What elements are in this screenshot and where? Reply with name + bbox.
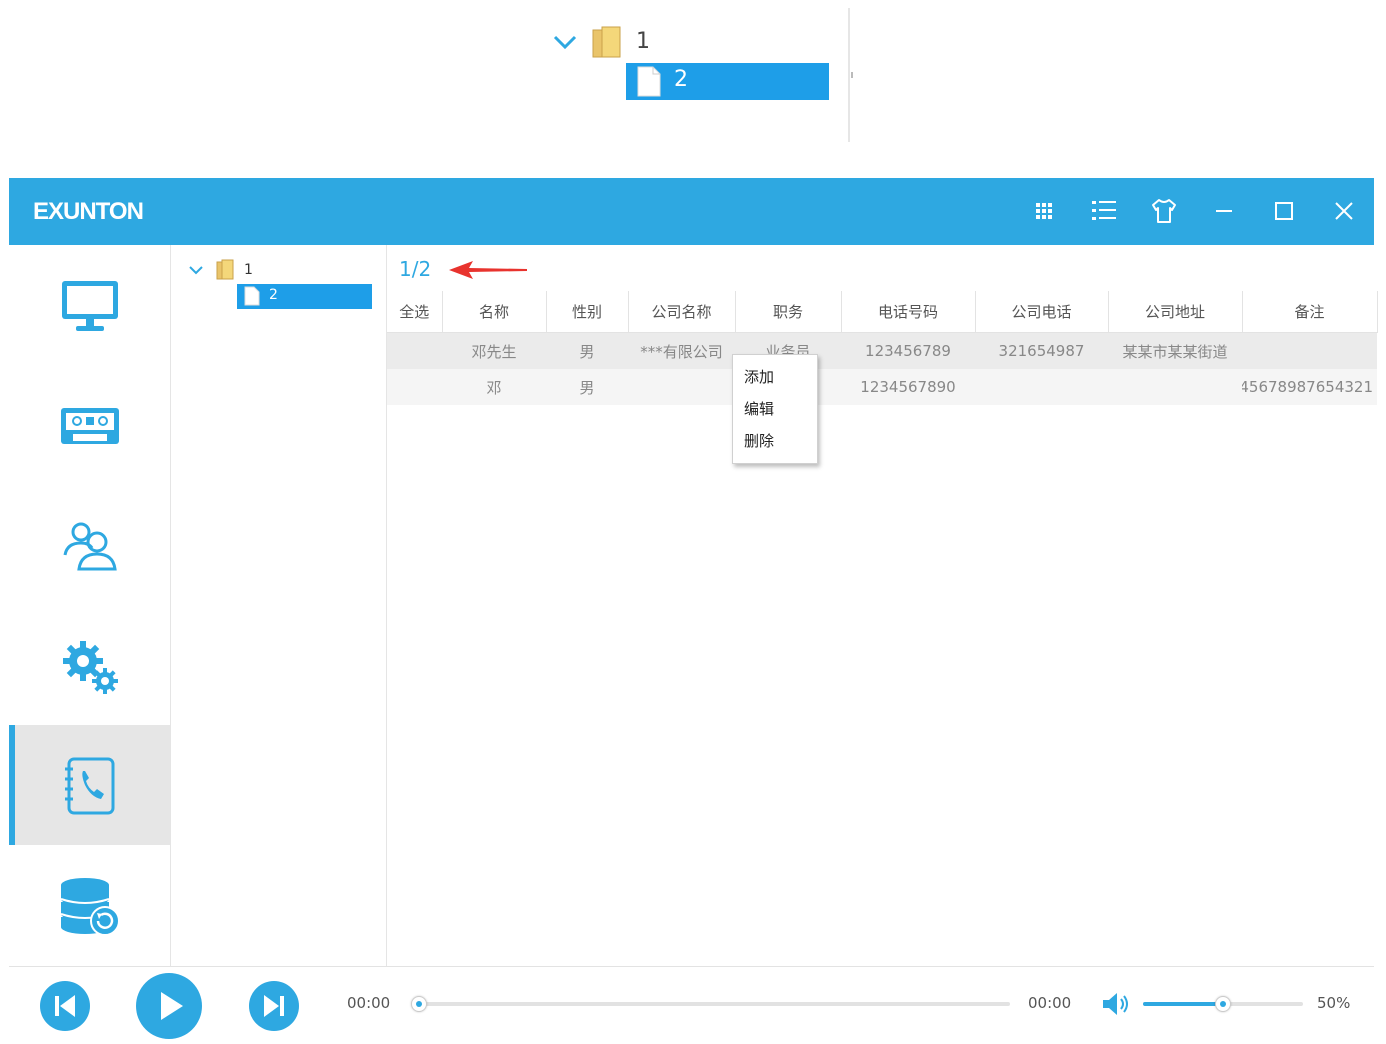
contacts-table: 全选 名称 性别 公司名称 职务 电话号码 公司电话 公司地址 备注 邓先生 男… [387,291,1378,405]
cassette-recording-icon [61,408,119,444]
skip-previous-icon [40,981,90,1031]
apps-grid-icon[interactable] [1029,196,1059,226]
chevron-down-icon[interactable] [552,32,578,52]
column-header[interactable]: 性别 [546,291,629,333]
previous-track-button[interactable] [39,980,91,1032]
file-icon [637,66,661,97]
play-button[interactable] [135,972,203,1040]
tree-file-label[interactable]: 2 [674,67,688,92]
tree-file-label[interactable]: 2 [269,287,278,303]
table-cell: 男 [546,332,628,369]
folder-icon [216,259,234,280]
page-indicator: 1/2 [399,257,432,281]
audio-player-bar: 00:00 00:00 50% [9,966,1374,1044]
table-cell: 某某市某某街道 [1108,332,1242,369]
users-icon [63,522,117,571]
app-window: EXUNTON 1 2 1/2 全选 名称 性别 公司名称 职务 电话号码 公司… [9,178,1378,1044]
table-cell: 邓 [442,369,546,405]
total-time: 00:00 [1028,994,1072,1012]
database-restore-icon [60,878,120,936]
sidebar-item-users[interactable] [9,485,170,605]
table-cell [1108,369,1242,405]
sidebar-item-database[interactable] [9,845,170,965]
skin-shirt-icon[interactable] [1149,196,1179,226]
minimize-icon[interactable] [1209,196,1239,226]
table-row[interactable]: 邓先生 男 ***有限公司 业务员 123456789 321654987 某某… [387,332,1377,369]
tree-folder-label[interactable]: 1 [636,29,650,54]
table-cell: 1234567890 [841,369,975,405]
table-cell: 321654987 [975,332,1108,369]
sidebar-item-phonebook[interactable] [9,725,170,845]
list-menu-icon[interactable] [1089,196,1119,226]
folder-icon [592,26,621,58]
skip-next-icon [249,981,299,1031]
column-header[interactable]: 职务 [735,291,842,333]
select-all-header[interactable]: 全选 [387,291,443,333]
table-cell: 男 [546,369,628,405]
menu-item-edit[interactable]: 编辑 [744,398,774,419]
context-menu: 添加 编辑 删除 [732,354,818,464]
chevron-down-icon[interactable] [188,263,204,277]
next-track-button[interactable] [248,980,300,1032]
volume-icon[interactable] [1101,991,1131,1017]
left-sidebar [9,245,171,966]
annotation-arrow [449,261,527,279]
zoomed-tree-callout: 1 2 [0,0,1386,178]
table-cell: 邓先生 [442,332,546,369]
maximize-icon[interactable] [1269,196,1299,226]
elapsed-time: 00:00 [347,994,391,1012]
contacts-panel: 1/2 全选 名称 性别 公司名称 职务 电话号码 公司电话 公司地址 备注 邓… [387,245,1378,966]
play-icon [136,973,202,1039]
table-cell [628,369,735,405]
volume-percent: 50% [1317,994,1351,1012]
table-row[interactable]: 邓 男 1234567890 12345678987654321 [387,369,1377,405]
column-header[interactable]: 公司名称 [628,291,736,333]
column-header[interactable]: 备注 [1242,291,1378,333]
volume-knob[interactable] [1215,996,1231,1012]
gears-icon [63,641,118,694]
table-cell[interactable] [387,332,442,369]
group-tree: 1 2 [171,245,387,966]
tree-folder-label[interactable]: 1 [244,262,253,278]
sidebar-item-settings[interactable] [9,605,170,725]
progress-knob[interactable] [411,996,427,1012]
table-cell[interactable] [387,369,442,405]
sidebar-item-recording[interactable] [9,365,170,485]
title-bar: EXUNTON [9,178,1374,245]
column-header[interactable]: 名称 [442,291,547,333]
volume-fill [1143,1002,1223,1006]
table-cell: 123456789 [841,332,975,369]
sidebar-item-monitor[interactable] [9,245,170,365]
menu-item-delete[interactable]: 删除 [744,430,774,451]
table-cell [975,369,1108,405]
divider [848,8,850,142]
table-header: 全选 名称 性别 公司名称 职务 电话号码 公司电话 公司地址 备注 [387,291,1378,333]
table-cell: ***有限公司 [628,332,735,369]
table-cell [1242,332,1377,369]
phonebook-icon [65,757,115,815]
file-icon [244,286,260,306]
brand-logo: EXUNTON [33,198,144,225]
menu-item-add[interactable]: 添加 [744,366,774,387]
column-header[interactable]: 电话号码 [841,291,976,333]
monitor-icon [62,281,118,331]
column-header[interactable]: 公司地址 [1108,291,1243,333]
progress-track[interactable] [413,1002,1010,1006]
table-cell: 12345678987654321 [1242,369,1377,405]
close-icon[interactable] [1329,196,1359,226]
divider-tick [851,72,853,78]
column-header[interactable]: 公司电话 [975,291,1109,333]
